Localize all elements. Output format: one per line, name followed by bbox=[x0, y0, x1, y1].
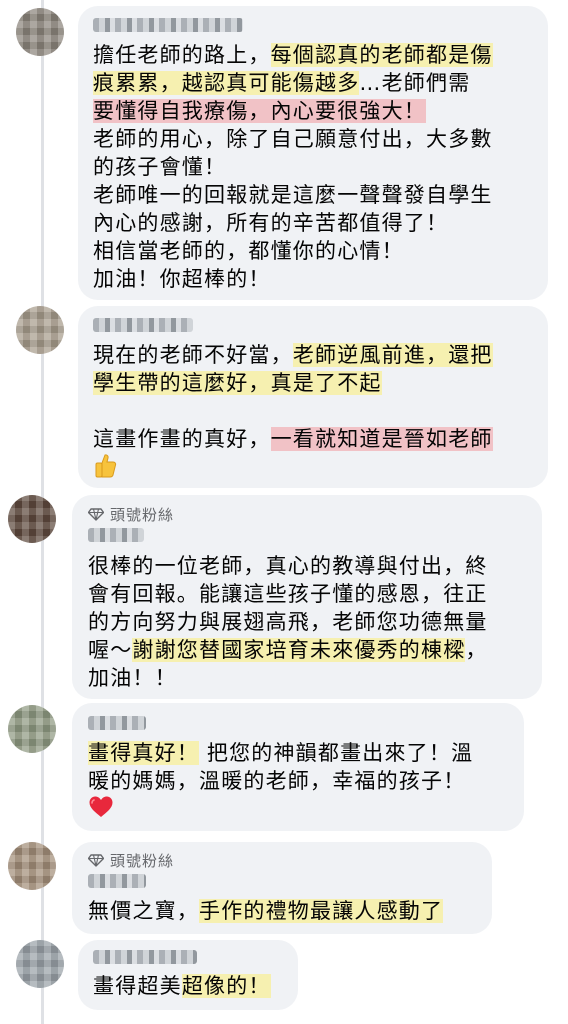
comment-text-line: 學生帶的這麼好，真是了不起 bbox=[93, 369, 493, 397]
text-segment: ， bbox=[465, 638, 488, 662]
comment-text-line: 現在的老師不好當，老師逆風前進，還把 bbox=[93, 341, 493, 369]
text-segment: 喔～ bbox=[88, 638, 133, 662]
comment-text-line: 加油！你超棒的！ bbox=[93, 265, 493, 293]
text-segment: 加油！！ bbox=[88, 666, 177, 690]
comment-text-line: 老師唯一的回報就是這麼一聲聲發自學生 bbox=[93, 181, 493, 209]
avatar[interactable] bbox=[8, 705, 56, 753]
highlight-red: 要懂得自我療傷，內心要很強大！ bbox=[93, 99, 426, 123]
highlight-yellow: 老師逆風前進，還把 bbox=[292, 343, 493, 367]
comment-text: 無價之寶，手作的禮物最讓人感動了 bbox=[88, 897, 444, 925]
text-segment: 內心的感謝，所有的辛苦都值得了！ bbox=[93, 211, 449, 235]
commenter-name-blurred[interactable] bbox=[88, 716, 146, 730]
text-segment: 的孩子會懂！ bbox=[93, 155, 227, 179]
text-segment: 老師的用心，除了自己願意付出，大多數 bbox=[93, 127, 493, 151]
commenter-name-blurred[interactable] bbox=[88, 874, 146, 888]
comment-text-line: 擔任老師的路上，每個認真的老師都是傷 bbox=[93, 41, 493, 69]
text-segment: 擔任老師的路上， bbox=[93, 43, 271, 67]
comment-text-line: 畫得超美超像的！ bbox=[93, 972, 271, 1000]
text-segment: 加油！你超棒的！ bbox=[93, 267, 271, 291]
commenter-name-blurred[interactable] bbox=[93, 950, 197, 964]
comment-text-line: 的孩子會懂！ bbox=[93, 153, 493, 181]
text-segment: …老師們需 bbox=[359, 71, 471, 95]
comment-text-line: 畫得真好！ 把您的神韻都畫出來了！溫 bbox=[88, 739, 473, 767]
commenter-name-blurred[interactable] bbox=[88, 528, 144, 542]
comment-text: 畫得超美超像的！ bbox=[93, 972, 271, 1000]
thumbs-up-icon bbox=[95, 454, 117, 478]
comment-text-line: 痕累累，越認真可能傷越多…老師們需 bbox=[93, 69, 493, 97]
comment-text: 很棒的一位老師，真心的教導與付出，終 會有回報。能讓這些孩子懂的感恩，往正 的方向努… bbox=[88, 552, 488, 692]
text-segment: 會有回報。能讓這些孩子懂的感恩，往正 bbox=[88, 582, 488, 606]
comment-text-line: 加油！！ bbox=[88, 664, 488, 692]
text-segment: 現在的老師不好當， bbox=[93, 343, 293, 367]
avatar[interactable] bbox=[16, 306, 64, 354]
comment-text-line: 很棒的一位老師，真心的教導與付出，終 bbox=[88, 552, 488, 580]
emoji-line bbox=[93, 453, 493, 486]
comment-text-line: 暖的媽媽，溫暖的老師，幸福的孩子！ bbox=[88, 767, 473, 795]
highlight-yellow: 手作的禮物最讓人感動了 bbox=[199, 899, 444, 923]
top-fan-badge-label: 頭號粉絲 bbox=[110, 506, 175, 524]
comment-text-line: 要懂得自我療傷，內心要很強大！ bbox=[93, 97, 493, 125]
text-segment: 相信當老師的，都懂你的心情！ bbox=[93, 239, 404, 263]
comment-text: 現在的老師不好當，老師逆風前進，還把 學生帶的這麼好，真是了不起 這畫作畫的真好，… bbox=[93, 341, 493, 486]
text-segment: 暖的媽媽，溫暖的老師，幸福的孩子！ bbox=[88, 769, 466, 793]
top-fan-badge: 頭號粉絲 bbox=[88, 504, 174, 525]
emoji-line bbox=[88, 795, 473, 826]
highlight-yellow: 畫得真好！ bbox=[88, 741, 199, 765]
comment-text-line: 內心的感謝，所有的辛苦都值得了！ bbox=[93, 209, 493, 237]
highlight-yellow: 每個認真的老師都是傷 bbox=[270, 43, 493, 67]
highlight-yellow: 痕累累，越認真可能傷越多 bbox=[93, 71, 360, 95]
comment-text: 畫得真好！ 把您的神韻都畫出來了！溫 暖的媽媽，溫暖的老師，幸福的孩子！ bbox=[88, 739, 473, 826]
comment-text-line: 喔～謝謝您替國家培育未來優秀的棟樑， bbox=[88, 636, 488, 664]
avatar[interactable] bbox=[16, 940, 64, 988]
comment-text-line: 老師的用心，除了自己願意付出，大多數 bbox=[93, 125, 493, 153]
diamond-icon bbox=[88, 508, 104, 521]
comment-text-line: 這畫作畫的真好，一看就知道是晉如老師 bbox=[93, 425, 493, 453]
avatar[interactable] bbox=[16, 8, 64, 56]
text-segment: 把您的神韻都畫出來了！溫 bbox=[199, 741, 474, 765]
diamond-icon bbox=[88, 854, 104, 867]
highlight-yellow: 謝謝您替國家培育未來優秀的棟樑 bbox=[132, 638, 466, 662]
comment-text-line: 會有回報。能讓這些孩子懂的感恩，往正 bbox=[88, 580, 488, 608]
text-segment: 的方向努力與展翅高飛，老師您功德無量 bbox=[88, 610, 488, 634]
commenter-name-blurred[interactable] bbox=[93, 18, 243, 32]
highlight-yellow: 超像的！ bbox=[181, 974, 271, 998]
text-segment: 這畫作畫的真好， bbox=[93, 427, 271, 451]
comment-text-line: 無價之寶，手作的禮物最讓人感動了 bbox=[88, 897, 444, 925]
highlight-red: 一看就知道是晉如老師 bbox=[270, 427, 493, 451]
top-fan-badge: 頭號粉絲 bbox=[88, 850, 174, 871]
comment-text-line bbox=[93, 397, 493, 425]
text-segment: 老師唯一的回報就是這麼一聲聲發自學生 bbox=[93, 183, 493, 207]
red-heart-icon bbox=[89, 796, 113, 817]
commenter-name-blurred[interactable] bbox=[93, 318, 193, 332]
top-fan-badge-label: 頭號粉絲 bbox=[110, 852, 175, 870]
text-segment: 很棒的一位老師，真心的教導與付出，終 bbox=[88, 554, 488, 578]
comment-text-line: 相信當老師的，都懂你的心情！ bbox=[93, 237, 493, 265]
comment-text: 擔任老師的路上，每個認真的老師都是傷 痕累累，越認真可能傷越多…老師們需 要懂得自我… bbox=[93, 41, 493, 293]
avatar[interactable] bbox=[8, 842, 56, 890]
comment-text-line: 的方向努力與展翅高飛，老師您功德無量 bbox=[88, 608, 488, 636]
text-segment: 畫得超美 bbox=[93, 974, 182, 998]
highlight-yellow: 學生帶的這麼好，真是了不起 bbox=[93, 371, 382, 395]
avatar[interactable] bbox=[8, 495, 56, 543]
text-segment: 無價之寶， bbox=[88, 899, 199, 923]
